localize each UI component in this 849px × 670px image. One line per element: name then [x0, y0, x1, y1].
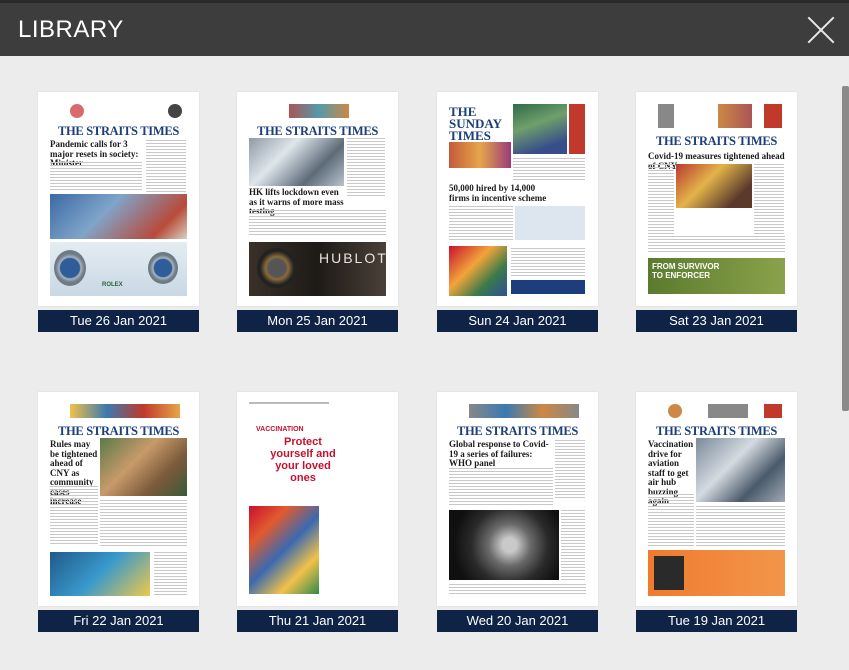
edition-cover[interactable]: THE STRAITS TIMES Covid-19 measures tigh…	[636, 92, 797, 306]
edition-card[interactable]: THE STRAITS TIMES Global response to Cov…	[437, 392, 598, 632]
edition-card[interactable]: THE STRAITS TIMES Vaccination drive for …	[636, 392, 797, 632]
ad-brand: HUBLOT	[319, 250, 388, 266]
ad-brand: ROLEX	[102, 282, 123, 288]
edition-cover[interactable]: VACCINATION Protect yourself and your lo…	[237, 392, 398, 606]
edition-date: Thu 21 Jan 2021	[237, 610, 398, 632]
library-title: LIBRARY	[18, 16, 124, 43]
edition-cover[interactable]: THE STRAITS TIMES Rules may be tightened…	[38, 392, 199, 606]
scrollbar[interactable]	[842, 86, 849, 411]
edition-date: Fri 22 Jan 2021	[38, 610, 199, 632]
edition-date: Sun 24 Jan 2021	[437, 310, 598, 332]
masthead: THE STRAITS TIMES	[655, 424, 778, 438]
edition-cover[interactable]: THE STRAITS TIMES Vaccination drive for …	[636, 392, 797, 606]
edition-card[interactable]: VACCINATION Protect yourself and your lo…	[237, 392, 398, 632]
edition-card[interactable]: THE STRAITS TIMES Covid-19 measures tigh…	[636, 92, 797, 332]
edition-date: Wed 20 Jan 2021	[437, 610, 598, 632]
edition-card[interactable]: THE STRAITS TIMES Rules may be tightened…	[38, 392, 199, 632]
masthead: THE SUNDAY TIMES	[449, 104, 502, 143]
edition-cover[interactable]: THE STRAITS TIMES HK lifts lockdown even…	[237, 92, 398, 306]
edition-cover[interactable]: THE STRAITS TIMES Global response to Cov…	[437, 392, 598, 606]
masthead: THE STRAITS TIMES	[57, 424, 180, 438]
masthead: THE STRAITS TIMES	[655, 134, 778, 148]
masthead: THE STRAITS TIMES	[256, 124, 379, 138]
edition-date: Sat 23 Jan 2021	[636, 310, 797, 332]
edition-date: Mon 25 Jan 2021	[237, 310, 398, 332]
masthead: THE STRAITS TIMES	[456, 424, 579, 438]
edition-card[interactable]: THE STRAITS TIMES Pandemic calls for 3 m…	[38, 92, 199, 332]
edition-date: Tue 26 Jan 2021	[38, 310, 199, 332]
masthead: THE STRAITS TIMES	[57, 124, 180, 138]
library-header: LIBRARY	[0, 0, 849, 56]
edition-card[interactable]: THE SUNDAY TIMES 50,000 hired by 14,000 …	[437, 92, 598, 332]
edition-cover[interactable]: THE SUNDAY TIMES 50,000 hired by 14,000 …	[437, 92, 598, 306]
edition-card[interactable]: THE STRAITS TIMES HK lifts lockdown even…	[237, 92, 398, 332]
vacc-brand: VACCINATION	[256, 426, 304, 433]
headline: Global response to Covid-19 a series of …	[449, 439, 549, 468]
headline: 50,000 hired by 14,000 firms in incentiv…	[449, 183, 547, 203]
edition-cover[interactable]: THE STRAITS TIMES Pandemic calls for 3 m…	[38, 92, 199, 306]
edition-date: Tue 19 Jan 2021	[636, 610, 797, 632]
vacc-text: Protect yourself and your loved ones	[270, 436, 336, 484]
banner: FROM SURVIVOR TO ENFORCER	[652, 262, 720, 280]
close-icon[interactable]	[807, 16, 835, 44]
